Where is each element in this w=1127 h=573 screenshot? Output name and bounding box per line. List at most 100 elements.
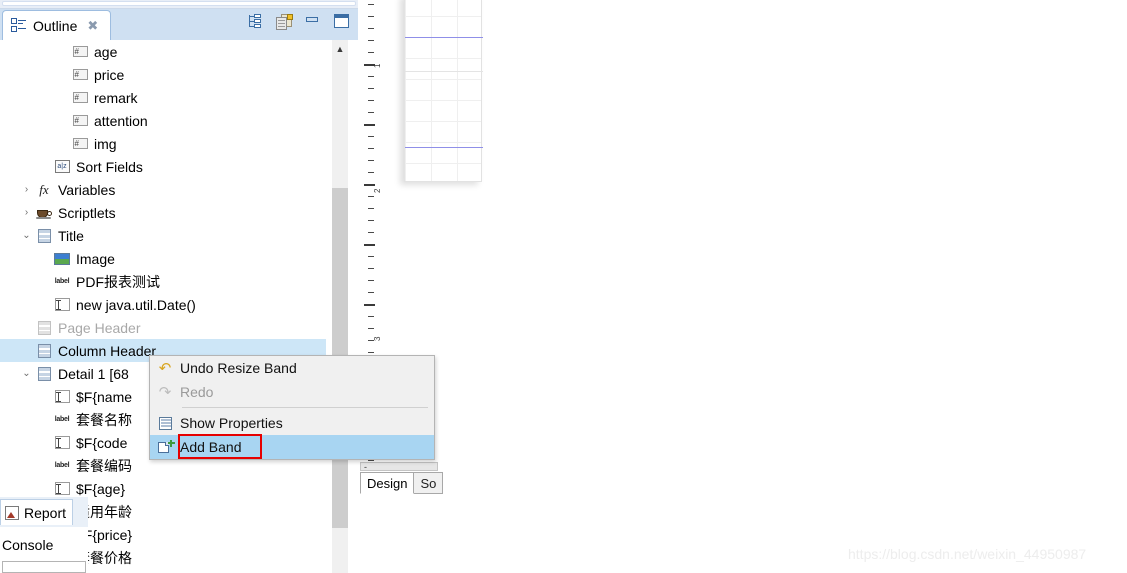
ruler-tick bbox=[368, 292, 374, 293]
menu-item-add-band-label: Add Band bbox=[180, 439, 242, 455]
ruler-tick bbox=[368, 112, 374, 113]
tree-item-label: 套餐名称 bbox=[76, 411, 132, 428]
tree-item-label: Detail 1 [68 bbox=[58, 365, 129, 382]
ruler-tick bbox=[364, 124, 375, 126]
tab-design[interactable]: Design bbox=[360, 472, 415, 494]
menu-item-show-properties[interactable]: Show Properties bbox=[150, 411, 434, 435]
tab-report[interactable]: Report bbox=[0, 499, 74, 525]
ruler-tick bbox=[368, 460, 374, 461]
tree-item-label: Image bbox=[76, 250, 115, 267]
tree-item-label: PDF报表测试 bbox=[76, 273, 160, 290]
outline-tree: # age # price # remark # attention # img a|z Sort F… bbox=[0, 40, 326, 569]
ruler-tick bbox=[368, 328, 374, 329]
tree-item-label: $F{code bbox=[76, 434, 128, 451]
ruler-tick bbox=[368, 172, 374, 173]
close-icon[interactable]: ✖ bbox=[87, 19, 98, 32]
add-band-icon bbox=[150, 440, 180, 454]
minimize-icon[interactable] bbox=[305, 14, 323, 32]
twisty-icon[interactable]: › bbox=[18, 207, 35, 218]
field-icon: # bbox=[72, 115, 88, 126]
tree-item[interactable]: # attention bbox=[0, 109, 326, 132]
tree-item-label: Page Header bbox=[58, 319, 141, 336]
ruler-tick bbox=[368, 268, 374, 269]
menu-item-add-band[interactable]: Add Band bbox=[150, 435, 434, 459]
tree-item-label: Title bbox=[58, 227, 84, 244]
outline-toolbar bbox=[247, 14, 352, 32]
twisty-icon[interactable]: ⌄ bbox=[18, 230, 35, 241]
tree-item[interactable]: # remark bbox=[0, 86, 326, 109]
ruler-tick bbox=[364, 244, 375, 246]
editor-tabs: Design So bbox=[360, 470, 444, 494]
ruler-tick bbox=[368, 316, 374, 317]
tree-item[interactable]: # img bbox=[0, 132, 326, 155]
menu-item-redo[interactable]: ↷ Redo bbox=[150, 380, 434, 404]
tree-item[interactable]: # age bbox=[0, 40, 326, 63]
tree-item-label: Scriptlets bbox=[58, 204, 116, 221]
tree-item[interactable]: # price bbox=[0, 63, 326, 86]
text-field-icon bbox=[54, 482, 70, 495]
console-output-field[interactable] bbox=[2, 561, 86, 573]
band-guide-line bbox=[405, 37, 483, 38]
ruler-tick bbox=[364, 184, 375, 186]
band-icon bbox=[37, 366, 52, 381]
maximize-icon[interactable] bbox=[334, 14, 352, 32]
ruler-tick bbox=[368, 208, 374, 209]
ruler-tick bbox=[368, 16, 374, 17]
ruler-tick bbox=[368, 256, 374, 257]
band-icon bbox=[37, 228, 52, 243]
ruler-tick bbox=[368, 52, 374, 53]
menu-item-undo[interactable]: ↶ Undo Resize Band bbox=[150, 356, 434, 380]
tree-item-label: Sort Fields bbox=[76, 158, 143, 175]
menu-item-undo-label: Undo Resize Band bbox=[180, 360, 297, 376]
twisty-icon[interactable]: › bbox=[18, 184, 35, 195]
tree-item[interactable]: › fx Variables bbox=[0, 178, 326, 201]
tab-source[interactable]: So bbox=[414, 472, 444, 494]
tree-item[interactable]: Image bbox=[0, 247, 326, 270]
ruler-tick bbox=[368, 148, 374, 149]
static-text-icon: label bbox=[54, 416, 70, 423]
tab-source-label: So bbox=[420, 475, 437, 491]
layered-pages-icon[interactable] bbox=[276, 14, 294, 32]
tree-item-label: 套餐编码 bbox=[76, 457, 132, 474]
static-text-icon: label bbox=[54, 278, 70, 285]
console-label[interactable]: Console bbox=[2, 537, 53, 553]
window-top-strip bbox=[0, 0, 358, 9]
outline-vertical-scrollbar[interactable]: ▲ bbox=[332, 40, 348, 573]
tree-item[interactable]: Page Header bbox=[0, 316, 326, 339]
tree-item-label: Variables bbox=[58, 181, 116, 198]
ruler-tick bbox=[368, 76, 374, 77]
tree-item[interactable]: ⌄ Title bbox=[0, 224, 326, 247]
ruler-tick bbox=[368, 100, 374, 101]
ruler-tick bbox=[368, 4, 374, 5]
menu-separator bbox=[182, 407, 428, 408]
tab-outline[interactable]: Outline ✖ bbox=[2, 10, 112, 40]
ruler-tick bbox=[368, 352, 374, 353]
ruler-tick bbox=[368, 40, 374, 41]
outline-tab-bar: Outline ✖ bbox=[0, 9, 358, 40]
text-field-icon bbox=[54, 298, 70, 311]
ruler-tick bbox=[368, 136, 374, 137]
tree-item[interactable]: new java.util.Date() bbox=[0, 293, 326, 316]
tree-item[interactable]: label PDF报表测试 bbox=[0, 270, 326, 293]
properties-icon bbox=[150, 416, 180, 430]
watermark: https://blog.csdn.net/weixin_44950987 bbox=[848, 546, 1087, 562]
band-icon bbox=[37, 343, 52, 358]
ruler-tick bbox=[368, 232, 374, 233]
ruler-tick bbox=[368, 88, 374, 89]
hierarchy-icon[interactable] bbox=[247, 14, 265, 32]
report-icon bbox=[5, 505, 19, 520]
report-designer-area: 123 - Design So bbox=[358, 0, 1127, 573]
report-canvas[interactable] bbox=[404, 0, 483, 182]
twisty-icon[interactable]: ⌄ bbox=[18, 368, 35, 379]
ruler-label: 3 bbox=[373, 336, 382, 341]
tree-item-label: Column Header bbox=[58, 342, 157, 359]
tree-item[interactable]: › Scriptlets bbox=[0, 201, 326, 224]
fx-icon: fx bbox=[39, 181, 49, 197]
tree-item-label: age bbox=[94, 43, 118, 60]
image-icon bbox=[54, 252, 70, 265]
tree-item[interactable]: a|z Sort Fields bbox=[0, 155, 326, 178]
bottom-panel: Report Console bbox=[0, 497, 88, 573]
ruler-tick bbox=[368, 220, 374, 221]
scroll-up-arrow-icon[interactable]: ▲ bbox=[332, 40, 348, 57]
ruler-label: 1 bbox=[373, 63, 382, 68]
